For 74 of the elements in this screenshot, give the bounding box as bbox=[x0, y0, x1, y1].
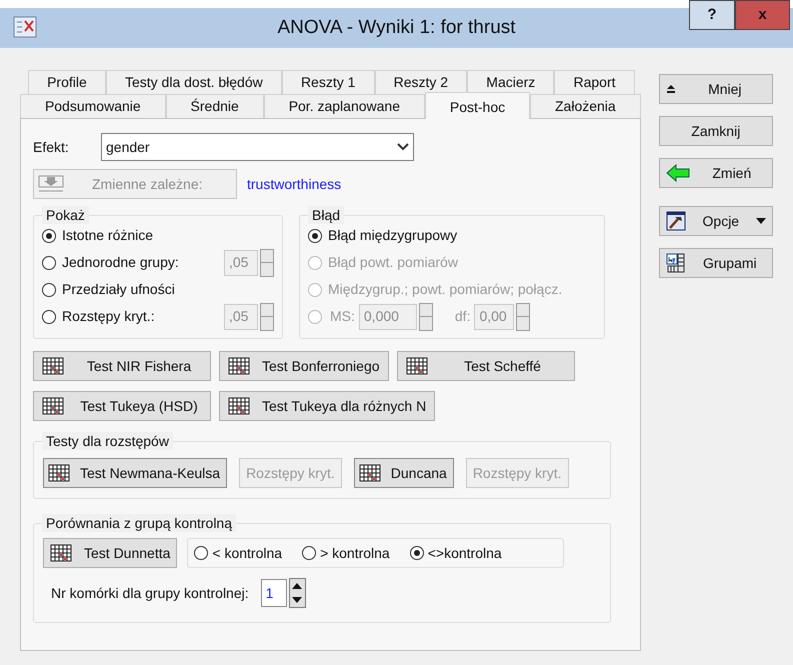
tab[interactable]: Reszty 2 bbox=[374, 70, 468, 94]
option-label: > kontrolna bbox=[320, 544, 390, 562]
tab[interactable]: Por. zaplanowane bbox=[264, 94, 425, 118]
radio-button[interactable] bbox=[194, 546, 208, 560]
test-button[interactable]: Test NIR Fishera bbox=[33, 351, 211, 381]
tab[interactable]: Reszty 1 bbox=[282, 70, 375, 94]
radio-button[interactable] bbox=[308, 228, 322, 242]
side-button[interactable]: Opcje bbox=[658, 206, 773, 236]
test-button[interactable]: Test Bonferroniego bbox=[219, 351, 389, 381]
side-button[interactable]: Zmień bbox=[658, 158, 773, 188]
tab[interactable]: Profile bbox=[28, 70, 106, 94]
table-icon bbox=[42, 357, 64, 375]
effect-label: Efekt: bbox=[33, 138, 70, 156]
test-button[interactable]: Test Tukeya dla różnych N bbox=[219, 391, 436, 421]
control-cell-label: Nr komórki dla grupy kontrolnej: bbox=[51, 584, 249, 603]
grouping-icon bbox=[666, 253, 686, 273]
side-button[interactable]: Zamknij bbox=[658, 116, 773, 146]
group-title: Pokaż bbox=[42, 206, 89, 224]
option-label: Międzygrup.; powt. pomiarów; połącz. bbox=[328, 280, 562, 299]
radio-button[interactable] bbox=[308, 310, 322, 324]
app-icon bbox=[13, 16, 37, 38]
side-button[interactable]: Mniej bbox=[658, 74, 773, 104]
tab[interactable]: Macierz bbox=[467, 70, 554, 94]
close-button[interactable]: x bbox=[735, 0, 790, 30]
left-arrow-icon bbox=[666, 164, 690, 182]
range-test-button[interactable]: Test Newmana-Keulsa bbox=[43, 458, 228, 488]
tab[interactable]: Średnie bbox=[166, 94, 264, 118]
dependent-variable-value: trustworthiness bbox=[247, 174, 342, 194]
tab[interactable]: Podsumowanie bbox=[20, 94, 166, 118]
option-label: <>kontrolna bbox=[428, 544, 502, 562]
group-title: Testy dla rozstępów bbox=[42, 432, 173, 450]
df-label: df: bbox=[454, 307, 470, 326]
spin-buttons[interactable] bbox=[288, 578, 306, 608]
radio-button[interactable] bbox=[42, 228, 56, 242]
tab[interactable]: Założenia bbox=[530, 94, 641, 118]
import-icon bbox=[38, 174, 64, 194]
radio-button[interactable] bbox=[42, 310, 56, 324]
test-button[interactable]: Test Scheffé bbox=[396, 351, 575, 381]
option-label: Jednorodne grupy: bbox=[62, 253, 180, 272]
hammer-icon bbox=[666, 211, 686, 231]
group-title: Błąd bbox=[308, 206, 344, 224]
table-icon bbox=[48, 464, 70, 482]
test-button[interactable]: Test Tukeya (HSD) bbox=[33, 391, 211, 421]
option-label: Rozstępy kryt.: bbox=[62, 307, 156, 326]
ms-label: MS: bbox=[330, 307, 355, 326]
chevron-down-icon bbox=[397, 143, 409, 151]
table-icon bbox=[406, 357, 428, 375]
option-label: Istotne różnice bbox=[62, 226, 154, 245]
up-arrow-icon bbox=[666, 84, 676, 94]
table-icon bbox=[228, 357, 250, 375]
table-icon bbox=[228, 397, 250, 415]
option-label: Przedziały ufności bbox=[62, 280, 176, 299]
radio-button[interactable] bbox=[410, 546, 424, 560]
option-label: < kontrolna bbox=[212, 544, 282, 562]
window-title: ANOVA - Wyniki 1: for thrust bbox=[277, 16, 516, 40]
radio-button[interactable] bbox=[302, 546, 316, 560]
effect-dropdown[interactable]: gender bbox=[101, 133, 414, 161]
table-icon bbox=[358, 464, 381, 482]
option-label: Błąd międzygrupowy bbox=[328, 226, 458, 245]
dropdown-arrow-icon bbox=[756, 218, 766, 224]
number-field[interactable]: 1 bbox=[260, 579, 287, 607]
dunnett-test-button[interactable]: Test Dunnetta bbox=[43, 538, 178, 568]
table-icon bbox=[42, 397, 64, 415]
radio-button[interactable] bbox=[42, 256, 56, 270]
side-button[interactable]: Grupami bbox=[658, 248, 773, 278]
option-label: Błąd powt. pomiarów bbox=[328, 253, 458, 272]
table-icon bbox=[50, 544, 72, 562]
tab[interactable]: Post-hoc bbox=[424, 92, 530, 119]
tab[interactable]: Raport bbox=[554, 70, 635, 94]
range-test-button[interactable]: Duncana bbox=[354, 458, 454, 488]
help-button[interactable]: ? bbox=[689, 0, 735, 30]
group-title: Porównania z grupą kontrolną bbox=[42, 514, 236, 532]
radio-button[interactable] bbox=[42, 282, 56, 296]
tab[interactable]: Testy dla dost. błędów bbox=[106, 70, 282, 94]
